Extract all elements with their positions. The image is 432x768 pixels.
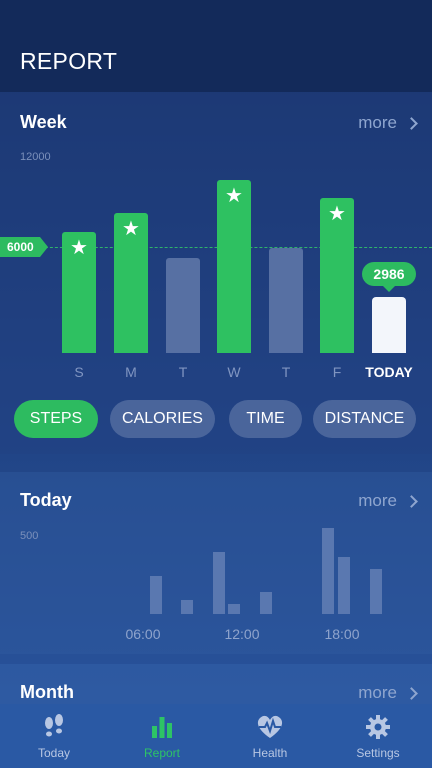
hourly-bar	[322, 528, 334, 614]
today-more-label: more	[358, 491, 397, 510]
month-more-link[interactable]: more	[358, 683, 418, 703]
bar-chart-icon	[149, 714, 175, 743]
star-icon: ★	[70, 237, 88, 259]
week-title: Week	[20, 112, 67, 132]
nav-label-settings: Settings	[356, 746, 400, 760]
month-card: Month more	[0, 664, 432, 704]
week-day-label: M	[125, 364, 137, 380]
tab-distance[interactable]: DISTANCE	[313, 400, 416, 438]
nav-label-health: Health	[252, 746, 288, 760]
today-y-label: 500	[20, 530, 39, 542]
nav-label-today: Today	[37, 746, 71, 760]
star-icon: ★	[328, 203, 346, 225]
nav-label-report: Report	[143, 746, 181, 760]
nav-item-settings[interactable]: Settings	[324, 704, 432, 768]
heart-pulse-icon	[255, 714, 285, 743]
today-more-link[interactable]: more	[358, 491, 418, 511]
tab-steps[interactable]: STEPS	[14, 400, 98, 438]
hourly-bar	[181, 600, 193, 614]
page-title: REPORT	[20, 48, 118, 74]
bottom-nav: Today Report Health Settings	[0, 704, 432, 768]
chevron-right-icon	[405, 116, 418, 130]
week-day-label: TODAY	[365, 364, 413, 380]
gear-icon	[365, 714, 391, 743]
week-bar[interactable]	[372, 297, 406, 353]
tab-calories[interactable]: CALORIES	[110, 400, 215, 438]
week-day-label: S	[74, 364, 84, 380]
week-bar[interactable]	[166, 258, 200, 353]
month-more-label: more	[358, 683, 397, 702]
week-day-label: W	[227, 364, 241, 380]
week-day-label: F	[332, 364, 342, 380]
nav-item-today[interactable]: Today	[0, 704, 108, 768]
nav-item-health[interactable]: Health	[216, 704, 324, 768]
goal-tag: 6000	[0, 237, 48, 257]
week-bar[interactable]: ★	[62, 232, 96, 353]
nav-item-report[interactable]: Report	[108, 704, 216, 768]
hourly-bar	[228, 604, 240, 614]
hourly-bar	[260, 592, 272, 614]
time-tick-label: 18:00	[324, 626, 360, 642]
month-title: Month	[20, 682, 74, 702]
today-title: Today	[20, 490, 72, 510]
week-y-max-label: 12000	[20, 151, 51, 163]
week-bar[interactable]: ★	[114, 213, 148, 353]
hourly-bar	[150, 576, 162, 614]
time-tick-label: 12:00	[224, 626, 260, 642]
hourly-bar	[213, 552, 225, 614]
app-header: REPORT	[0, 0, 432, 92]
week-more-link[interactable]: more	[358, 113, 418, 133]
today-steps-badge: 2986	[362, 262, 416, 286]
week-day-label: T	[178, 364, 188, 380]
chevron-right-icon	[405, 686, 418, 700]
footprints-icon	[41, 714, 67, 743]
week-day-label: T	[281, 364, 291, 380]
week-bar[interactable]	[269, 248, 303, 353]
star-icon: ★	[225, 185, 243, 207]
week-more-label: more	[358, 113, 397, 132]
chevron-right-icon	[405, 494, 418, 508]
time-tick-label: 06:00	[125, 626, 161, 642]
star-icon: ★	[122, 218, 140, 240]
week-bar[interactable]: ★	[320, 198, 354, 353]
hourly-bar	[370, 569, 382, 614]
week-bar[interactable]: ★	[217, 180, 251, 353]
hourly-bar	[338, 557, 350, 614]
tab-time[interactable]: TIME	[229, 400, 302, 438]
